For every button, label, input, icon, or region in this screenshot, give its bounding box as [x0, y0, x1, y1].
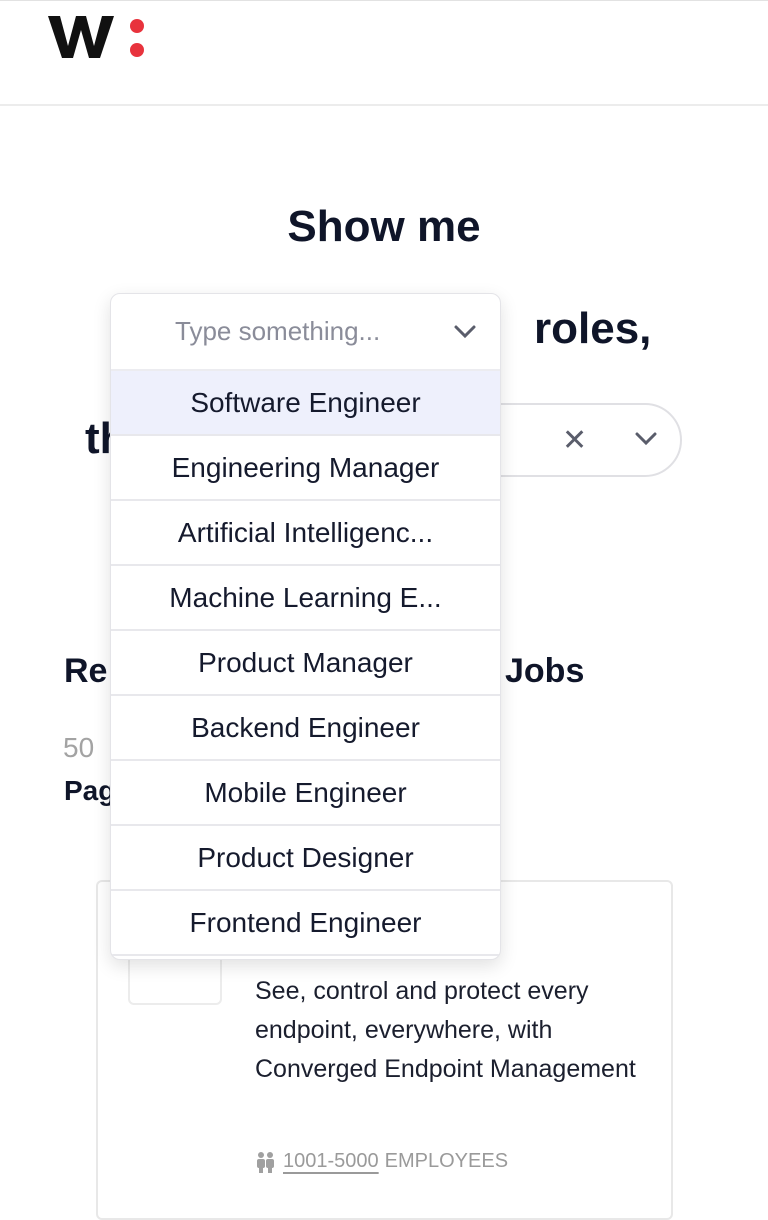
- role-option[interactable]: Software Engineer: [111, 371, 500, 436]
- role-option[interactable]: Backend Engineer: [111, 696, 500, 761]
- role-option[interactable]: Engineering Manager: [111, 436, 500, 501]
- chevron-down-icon[interactable]: [634, 431, 658, 447]
- role-option[interactable]: Mobile Engineer: [111, 761, 500, 826]
- hero-roles-text: roles,: [534, 304, 652, 353]
- close-icon[interactable]: ✕: [562, 423, 587, 458]
- employee-range-link[interactable]: 1001-5000: [283, 1150, 379, 1173]
- role-option[interactable]: Frontend Engineer: [111, 891, 500, 956]
- chevron-down-icon[interactable]: [453, 324, 477, 340]
- people-icon: [257, 1151, 274, 1173]
- role-dropdown[interactable]: Type something... Software Engineer Engin…: [110, 293, 501, 960]
- role-option[interactable]: Product Manager: [111, 631, 500, 696]
- company-description: See, control and protect every endpoint,…: [255, 977, 636, 1083]
- role-option[interactable]: Product Designer: [111, 826, 500, 891]
- role-option[interactable]: Machine Learning E...: [111, 566, 500, 631]
- role-option[interactable]: Artificial Intelligenc...: [111, 501, 500, 566]
- site-header: [0, 0, 768, 106]
- results-heading-start: Re: [64, 652, 108, 690]
- employee-label: EMPLOYEES: [384, 1150, 509, 1172]
- employee-count: 1001-5000 EMPLOYEES: [255, 1150, 508, 1173]
- role-search-input[interactable]: Type something...: [111, 294, 500, 371]
- role-search-placeholder: Type something...: [175, 316, 381, 346]
- results-heading-end: Jobs: [505, 652, 585, 690]
- divider: [0, 0, 768, 1]
- logo[interactable]: [46, 10, 156, 60]
- results-count: 50: [63, 732, 95, 763]
- hero-title: Show me: [287, 202, 481, 251]
- page-indicator: Pag: [64, 775, 116, 806]
